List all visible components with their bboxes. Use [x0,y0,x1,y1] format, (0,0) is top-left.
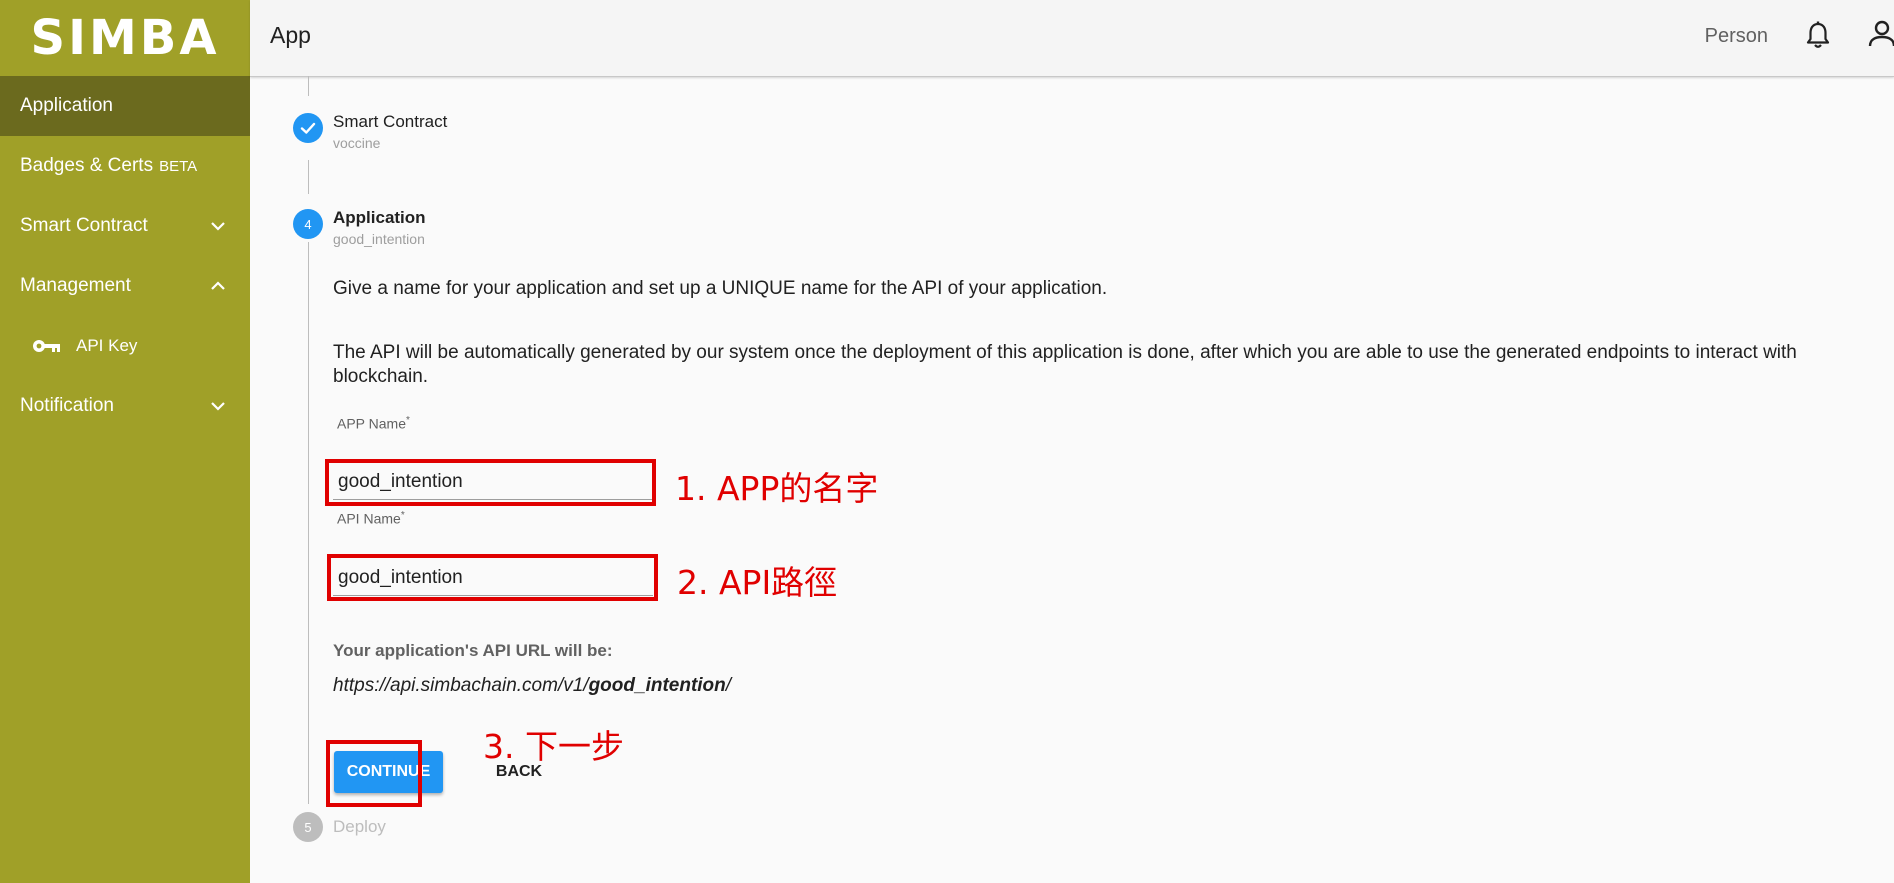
annotation-app-name: 1. APP的名字 [675,469,879,508]
stepper-connector [308,76,309,96]
intro-text: Give a name for your application and set… [333,278,1108,299]
sidebar-item-badges-certs[interactable]: Badges & Certs BETA [0,136,250,196]
check-icon [300,122,316,134]
sidebar-item-label: Badges & Certs [20,155,154,176]
api-url-suffix: / [725,675,732,696]
annotation-api-name: 2. API路徑 [677,563,838,602]
step-complete-icon [293,113,323,143]
api-url-prefix: https://api.simbachain.com/v1/ [333,675,589,696]
sidebar-item-label: Smart Contract [20,215,148,236]
bell-icon[interactable] [1804,20,1832,50]
chevron-down-icon [211,222,225,231]
app-name-label: APP Name* [337,415,410,432]
api-url-label: Your application's API URL will be: [333,641,613,660]
user-icon[interactable] [1866,18,1894,50]
sidebar-item-management[interactable]: Management [0,256,250,316]
sidebar-item-smart-contract[interactable]: Smart Contract [0,196,250,256]
api-name-label-text: API Name [337,510,401,527]
step-title-deploy: Deploy [333,817,386,836]
step-number-badge: 5 [293,812,323,842]
chevron-up-icon [211,281,225,290]
step-number-badge: 4 [293,209,323,239]
sidebar-item-label: API Key [76,336,138,355]
brand-logo[interactable]: SIMBA [0,0,250,76]
app-name-label-text: APP Name [337,415,406,432]
sidebar-item-label: Management [20,275,131,296]
beta-badge: BETA [159,157,198,175]
api-name-label: API Name* [337,510,405,527]
page-title: App [270,22,311,48]
annotation-next-step: 3. 下一步 [483,727,624,766]
step-subtitle: good_intention [333,231,425,247]
sidebar-item-api-key[interactable]: API Key [0,316,250,376]
step-subtitle: voccine [333,135,381,151]
chevron-down-icon [211,402,225,411]
sidebar-item-application[interactable]: Application [0,76,250,136]
description-text: The API will be automatically generated … [333,342,1797,387]
required-mark: * [400,510,405,521]
stepper-connector [308,160,309,194]
annotation-box-continue [326,740,422,807]
sidebar: SIMBA Application Badges & Certs BETA Sm… [0,0,250,883]
brand-text: SIMBA [30,10,220,66]
step-title-application: Application [333,208,426,227]
person-link[interactable]: Person [1705,25,1768,48]
step-title-smart-contract[interactable]: Smart Contract [333,112,447,132]
required-mark: * [406,415,410,426]
api-url: https://api.simbachain.com/v1/good_inten… [333,674,731,698]
annotation-box-app-name [325,459,656,506]
stepper-connector [308,242,309,804]
annotation-box-api-name [327,554,658,601]
key-icon [33,340,60,352]
sidebar-item-notification[interactable]: Notification [0,376,250,436]
sidebar-item-label: Notification [20,395,114,416]
api-url-name: good_intention [588,675,726,696]
app-header: App Person [250,0,1894,77]
sidebar-item-label: Application [20,95,113,116]
